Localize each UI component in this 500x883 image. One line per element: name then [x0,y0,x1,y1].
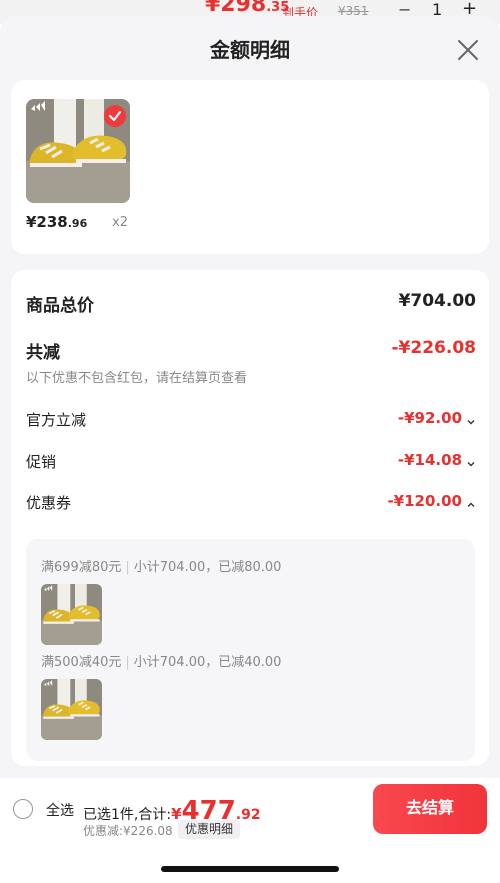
product-price: ¥238.96 [26,213,88,231]
chevron-down-icon[interactable] [466,412,476,425]
home-indicator[interactable] [161,866,339,872]
coupon-line: 满699减80元 | 小计704.00，已减80.00 [41,556,281,575]
promotion-value: -¥14.08 [397,451,462,469]
reduction-note: 以下优惠不包含红包，请在结算页查看 [26,371,248,386]
selected-check-icon[interactable] [104,105,126,127]
close-icon[interactable] [456,38,480,62]
coupon-line: 满500减40元 | 小计704.00，已减40.00 [41,651,281,670]
official-discount-label: 官方立减 [26,411,87,429]
coupon-product-thumbnail [41,584,102,645]
checkout-bar: 全选 已选1件,合计:¥477.92 优惠减:¥226.08 优惠明细 去结算 [0,778,500,883]
total-label: 商品总价 [26,296,94,316]
divider: | [125,560,130,575]
promotion-label: 促销 [26,453,57,471]
discount-detail-button[interactable]: 优惠明细 [178,820,241,839]
amount-detail-sheet: 金额明细 ¥238.96 x2 商品总价 ¥704.00 共减 -¥226.08… [0,16,500,883]
reduction-label: 共减 [26,343,60,363]
total-decimal: .92 [235,807,261,823]
reduction-value: -¥226.08 [391,338,477,358]
coupon-product-thumbnail [41,679,102,740]
divider: | [125,655,130,670]
total-value: ¥704.00 [398,291,476,311]
discount-summary: 优惠减:¥226.08 [83,824,173,838]
chevron-down-icon[interactable] [466,454,476,467]
background-price: ¥298.35 [205,0,290,17]
select-all-radio[interactable] [13,799,33,819]
coupon-rule: 满500减40元 [41,655,122,670]
coupon-subtotal: 小计704.00，已减40.00 [133,655,282,670]
price-detail-card: 商品总价 ¥704.00 共减 -¥226.08 以下优惠不包含红包，请在结算页… [11,270,489,766]
coupon-detail-box: 满699减80元 | 小计704.00，已减80.00 满500减40元 | 小… [26,539,475,761]
official-discount-value: -¥92.00 [397,409,462,427]
checkout-button[interactable]: 去结算 [373,784,487,834]
selected-count-text: 已选1件,合计: [83,807,172,823]
coupon-label: 优惠券 [26,494,72,512]
coupon-rule: 满699减80元 [41,560,122,575]
product-quantity: x2 [112,215,128,230]
product-card: ¥238.96 x2 [11,80,489,254]
coupon-subtotal: 小计704.00，已减80.00 [133,560,282,575]
coupon-value: -¥120.00 [387,492,462,510]
select-all-label[interactable]: 全选 [46,800,74,820]
sheet-title: 金额明细 [210,38,290,62]
chevron-up-icon[interactable] [466,495,476,507]
